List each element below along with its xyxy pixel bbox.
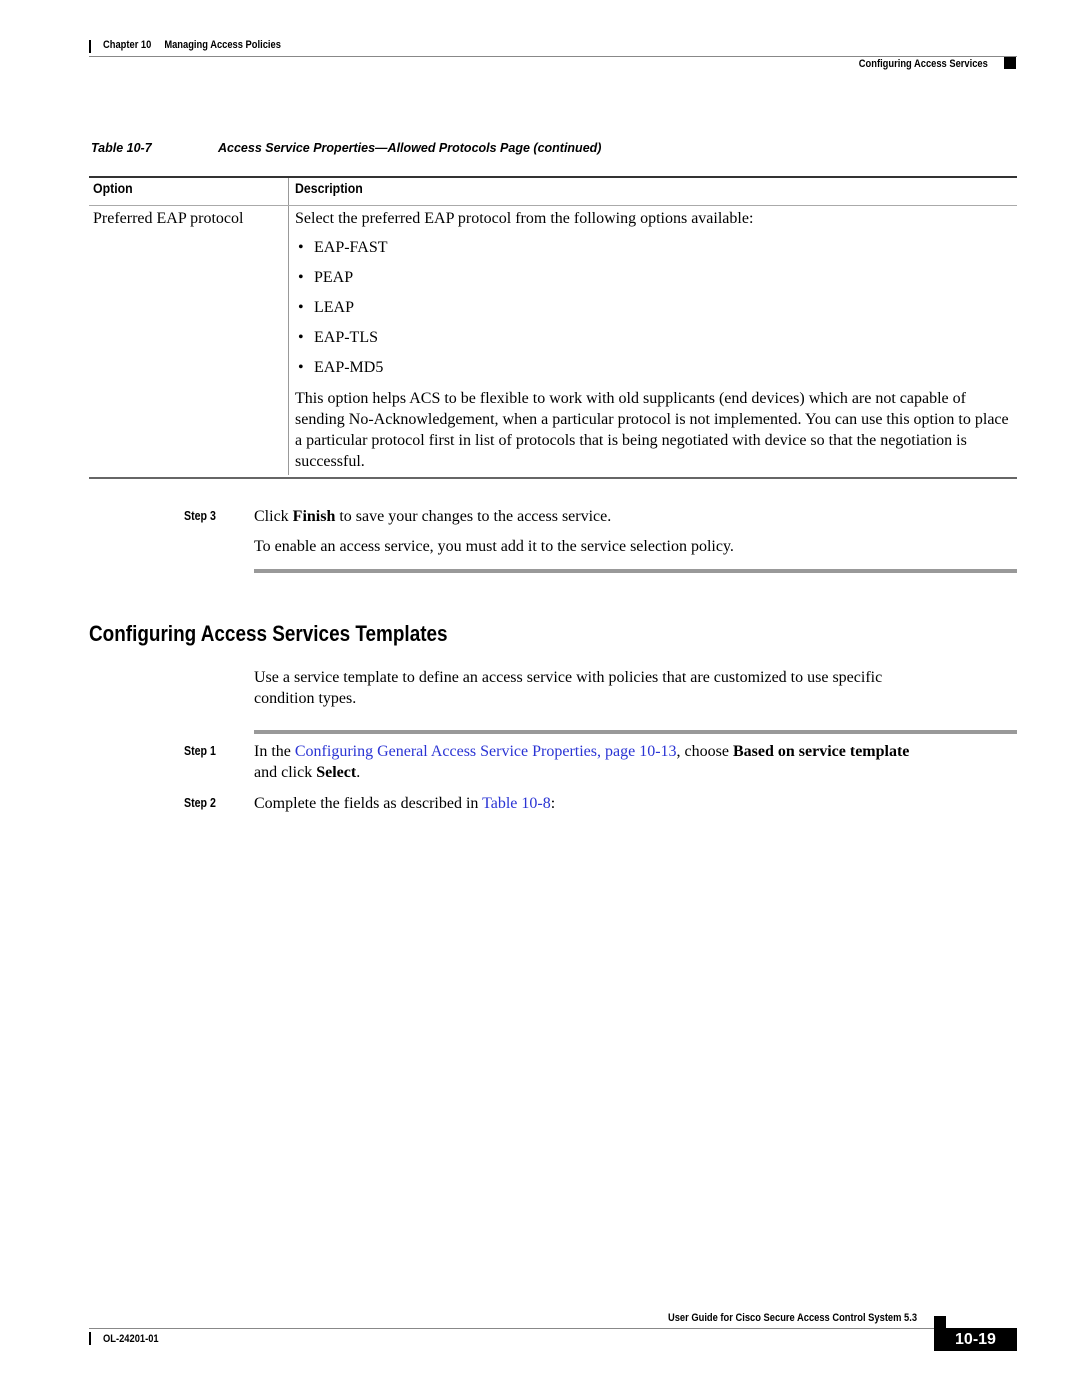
list-item: • EAP-MD5 <box>298 357 388 387</box>
footer-doc-number: OL-24201-01 <box>103 1333 159 1345</box>
table-caption-title: Access Service Properties—Allowed Protoc… <box>218 141 602 155</box>
footer-guide-title: User Guide for Cisco Secure Access Contr… <box>667 1312 917 1324</box>
procedure-start-rule <box>254 730 1017 734</box>
step-3-text: Click Finish to save your changes to the… <box>254 506 611 527</box>
procedure-end-rule <box>254 569 1017 573</box>
header-rule <box>89 56 1017 57</box>
table-bottom-rule <box>89 477 1017 479</box>
footer-margin-bar <box>89 1332 91 1345</box>
link-table-10-8[interactable]: Table 10-8 <box>482 795 551 812</box>
step-2-label: Step 2 <box>184 796 216 810</box>
page-number: 10-19 <box>934 1328 1017 1351</box>
table-header-description: Description <box>295 180 363 196</box>
table-cell-description-note: This option helps ACS to be flexible to … <box>295 390 1009 470</box>
list-item: • EAP-FAST <box>298 237 388 267</box>
header-margin-bar <box>89 40 91 53</box>
table-caption: Table 10-7 Access Service Properties—Allo… <box>91 141 601 155</box>
step-3-label: Step 3 <box>184 509 216 523</box>
protocol-name: EAP-MD5 <box>314 359 384 376</box>
step-1-text-line2: and click Select. <box>254 762 360 783</box>
bullet-icon: • <box>298 239 304 256</box>
step-3-followup: To enable an access service, you must ad… <box>254 538 734 555</box>
ui-term-select: Select <box>316 764 357 781</box>
ui-term-based-on-service-template: Based on service template <box>732 743 910 760</box>
step-2-text: Complete the fields as described in Tabl… <box>254 793 555 814</box>
step-text: and click <box>254 764 317 781</box>
header-marker-square <box>1004 57 1016 69</box>
section-intro-line1: Use a service template to define an acce… <box>254 669 883 686</box>
step-text: : <box>550 795 556 812</box>
protocol-name: EAP-FAST <box>314 239 388 256</box>
chapter-title: Managing Access Policies <box>164 39 281 51</box>
list-item: • PEAP <box>298 267 388 297</box>
table-column-divider <box>288 178 289 475</box>
protocol-name: LEAP <box>314 299 354 316</box>
step-text: to save your changes to the access servi… <box>335 508 612 525</box>
chapter-label: Chapter 10 <box>103 39 152 51</box>
running-header-section: Configuring Access Services <box>858 58 988 70</box>
bullet-icon: • <box>298 359 304 376</box>
step-text: In the <box>254 743 295 760</box>
footer-rule <box>89 1328 935 1329</box>
step-1-label: Step 1 <box>184 744 216 758</box>
link-configuring-general-access-service-properties[interactable]: Configuring General Access Service Prope… <box>295 743 677 760</box>
step-text: . <box>356 764 361 781</box>
table-header-rule <box>89 205 1017 206</box>
list-item: • EAP-TLS <box>298 327 388 357</box>
table-header-option: Option <box>93 180 133 196</box>
protocol-name: PEAP <box>314 269 354 286</box>
section-heading: Configuring Access Services Templates <box>89 621 448 646</box>
bullet-icon: • <box>298 329 304 346</box>
step-text: Click <box>254 508 293 525</box>
protocol-name: EAP-TLS <box>314 329 378 346</box>
table-top-rule <box>89 176 1017 178</box>
step-text: Complete the fields as described in <box>254 795 483 812</box>
section-intro-line2: condition types. <box>254 690 357 707</box>
ui-term-finish: Finish <box>292 508 336 525</box>
list-item: • LEAP <box>298 297 388 327</box>
table-cell-option: Preferred EAP protocol <box>93 210 244 227</box>
bullet-icon: • <box>298 299 304 316</box>
footer-marker-square <box>934 1316 946 1328</box>
step-1-text: In the Configuring General Access Servic… <box>254 741 909 762</box>
bullet-icon: • <box>298 269 304 286</box>
running-header-chapter: Chapter 10 Managing Access Policies <box>103 39 281 51</box>
table-caption-number: Table 10-7 <box>91 141 152 155</box>
table-cell-description-intro: Select the preferred EAP protocol from t… <box>295 210 754 227</box>
step-text: , choose <box>676 743 733 760</box>
protocol-list: • EAP-FAST • PEAP • LEAP • EAP-TLS • EAP-MD5 <box>298 237 388 387</box>
